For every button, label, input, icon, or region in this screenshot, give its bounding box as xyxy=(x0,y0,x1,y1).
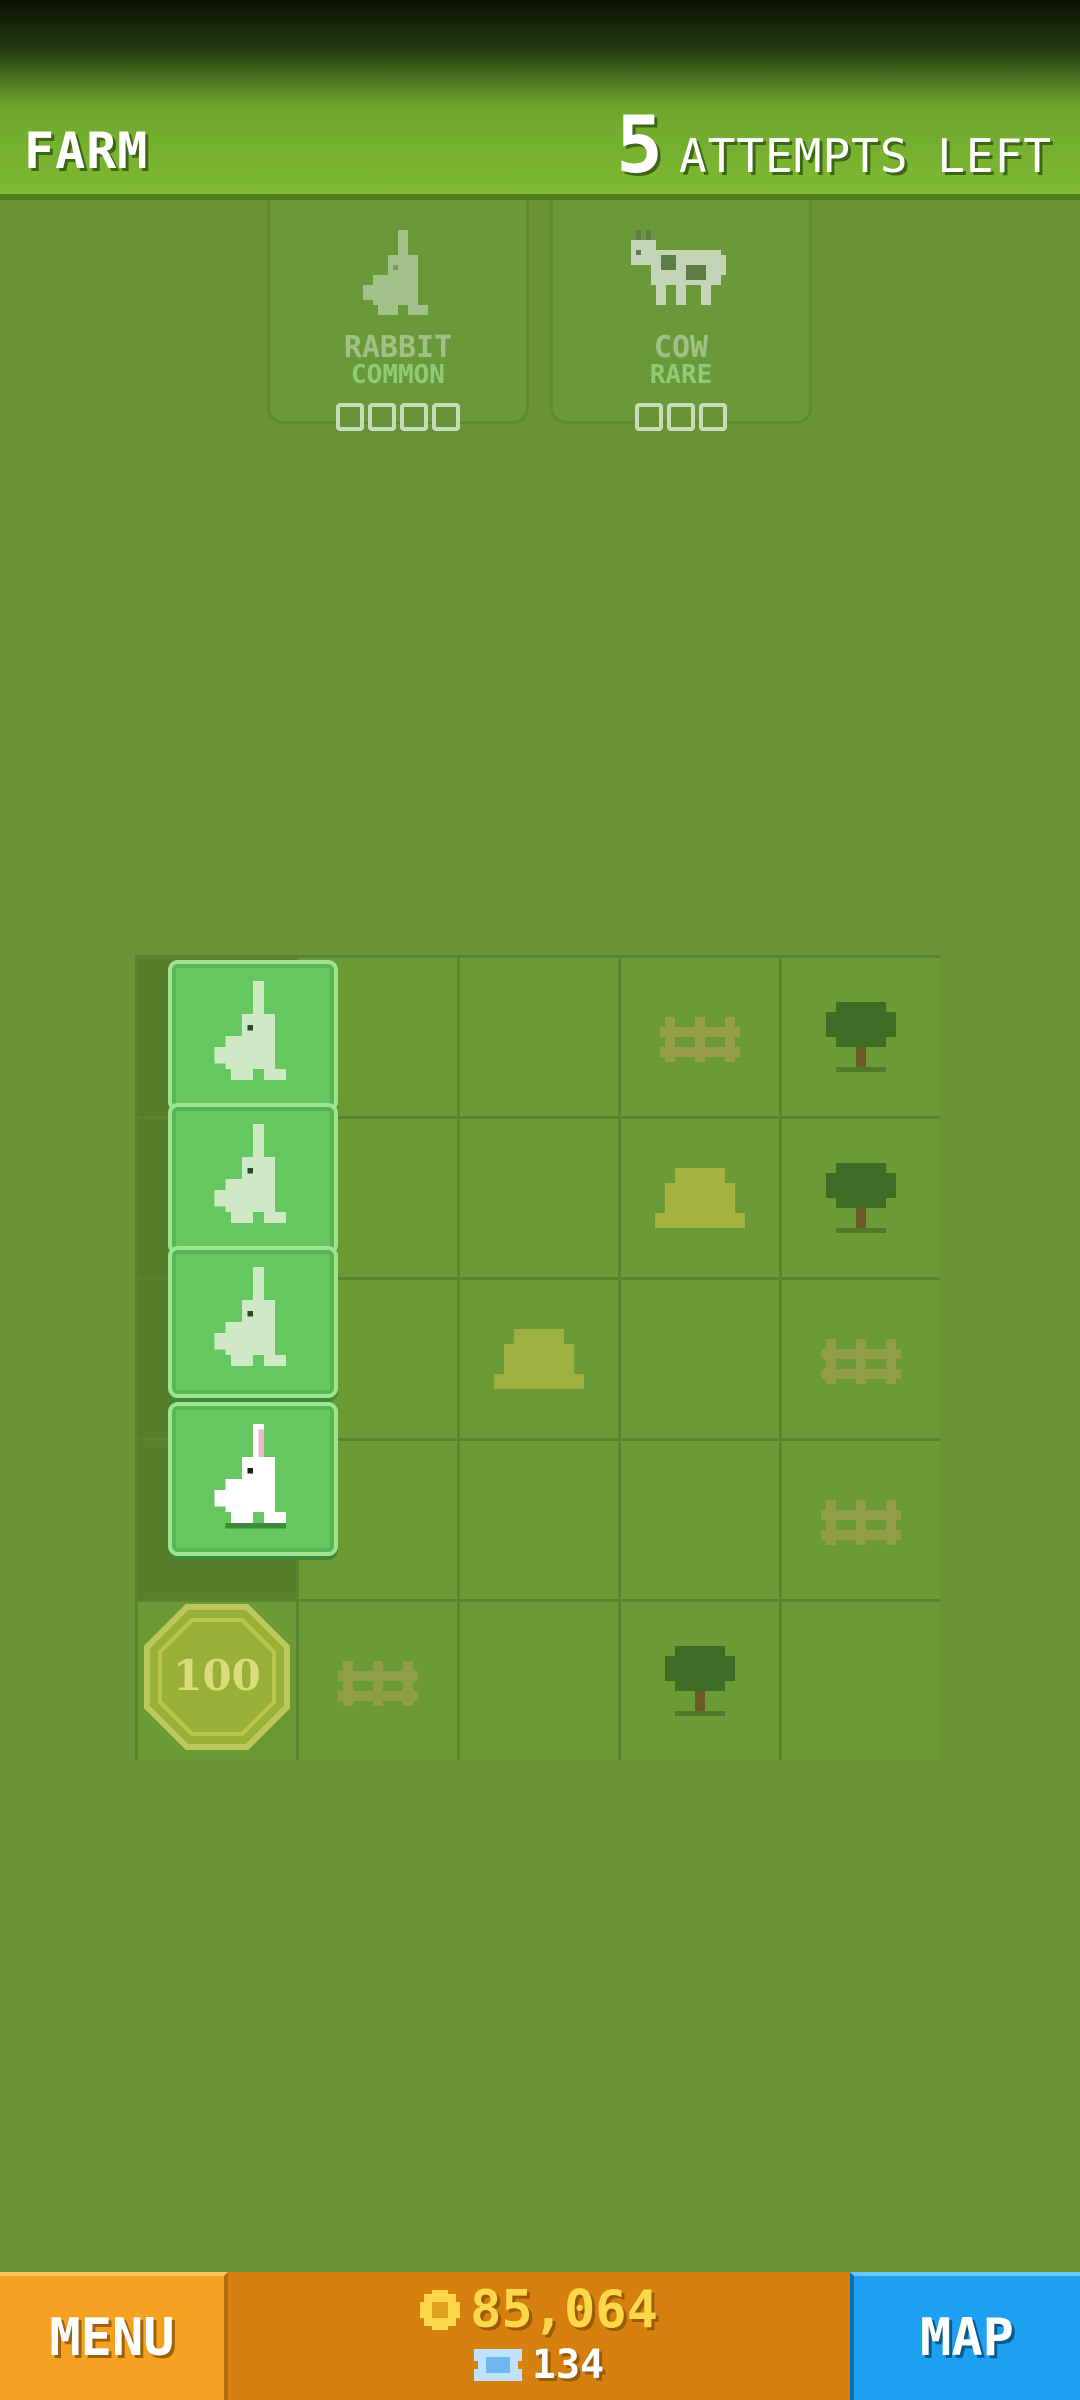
top-bar: FARM 5 ATTEMPTS LEFT xyxy=(0,0,1080,200)
capture-slots xyxy=(553,403,809,431)
capture-slot xyxy=(368,403,396,431)
board-cell[interactable] xyxy=(782,1602,940,1760)
fence-icon xyxy=(660,1017,740,1062)
map-button[interactable]: MAP xyxy=(850,2272,1080,2400)
tree-icon xyxy=(826,1002,896,1072)
coin-icon xyxy=(420,2290,461,2330)
area-title: FARM xyxy=(24,122,149,180)
board-cell[interactable] xyxy=(621,1119,779,1277)
rabbit-icon xyxy=(214,1124,286,1223)
fence-icon xyxy=(338,1661,418,1706)
board-cell[interactable] xyxy=(782,958,940,1116)
rabbit-icon xyxy=(214,1267,286,1366)
rabbit-tile[interactable] xyxy=(168,1103,338,1255)
animal-card-rabbit[interactable]: RABBIT COMMON xyxy=(267,200,529,431)
tickets-value: 134 xyxy=(531,2342,605,2388)
capture-slots xyxy=(270,403,526,431)
fence-icon xyxy=(821,1500,901,1545)
coins-value: 85,064 xyxy=(470,2280,658,2340)
attempts-label: ATTEMPTS LEFT xyxy=(678,129,1052,183)
board-cell[interactable] xyxy=(621,958,779,1116)
hay-icon xyxy=(494,1329,584,1389)
capture-slot xyxy=(432,403,460,431)
rabbit-tile[interactable] xyxy=(168,960,338,1112)
animal-card-cow[interactable]: COW RARE xyxy=(550,200,812,431)
fence-icon xyxy=(821,1339,901,1384)
ticket-icon xyxy=(473,2349,522,2381)
animal-rarity: RARE xyxy=(649,360,713,390)
bonus-coin-value: 100 xyxy=(173,1651,261,1700)
currency-display: 85,064 134 xyxy=(228,2280,850,2388)
board-cell[interactable] xyxy=(782,1119,940,1277)
cow-icon xyxy=(631,230,726,305)
rabbit-icon xyxy=(214,981,286,1080)
tree-icon xyxy=(826,1163,896,1233)
attempts-counter: 5 ATTEMPTS LEFT xyxy=(616,101,1052,191)
board-cell[interactable] xyxy=(460,1602,618,1760)
rabbit-tile-active[interactable] xyxy=(168,1402,338,1556)
capture-slot xyxy=(667,403,695,431)
coins-row: 85,064 xyxy=(228,2280,850,2340)
capture-slot xyxy=(336,403,364,431)
capture-slot xyxy=(699,403,727,431)
animal-rarity: COMMON xyxy=(351,360,445,390)
bonus-coin[interactable]: 100 xyxy=(142,1602,292,1752)
board-cell[interactable] xyxy=(460,958,618,1116)
hay-icon xyxy=(655,1168,745,1228)
capture-slot xyxy=(635,403,663,431)
board-cell[interactable] xyxy=(621,1280,779,1438)
board-cell[interactable] xyxy=(621,1602,779,1760)
board-cell[interactable] xyxy=(299,1602,457,1760)
attempts-number: 5 xyxy=(616,101,663,191)
board-cell[interactable] xyxy=(460,1119,618,1277)
rabbit-icon xyxy=(214,1424,286,1529)
rabbit-icon xyxy=(363,230,428,315)
board-cell[interactable] xyxy=(460,1280,618,1438)
board-cell[interactable] xyxy=(460,1441,618,1599)
tickets-row: 134 xyxy=(228,2342,850,2388)
tree-icon xyxy=(665,1646,735,1716)
capture-slot xyxy=(400,403,428,431)
board-cell[interactable] xyxy=(621,1441,779,1599)
menu-button[interactable]: MENU xyxy=(0,2272,228,2400)
rabbit-tile[interactable] xyxy=(168,1246,338,1398)
board-cell[interactable] xyxy=(782,1280,940,1438)
board-cell[interactable] xyxy=(782,1441,940,1599)
